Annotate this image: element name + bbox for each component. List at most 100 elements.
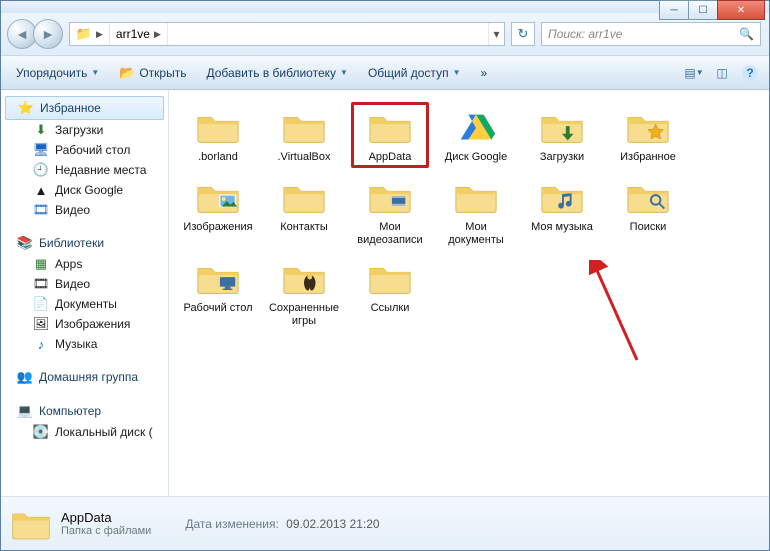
folder-icon — [366, 258, 414, 300]
folder-item[interactable]: .VirtualBox — [265, 102, 343, 168]
tree-favorites: ⭐ Избранное ⬇Загрузки 🖥 Рабочий стол 🕘Нед… — [1, 96, 168, 220]
sidebar-item-apps[interactable]: ▦Apps — [1, 254, 168, 274]
details-name: AppData — [61, 510, 151, 525]
folder-item[interactable]: AppData — [351, 102, 429, 168]
refresh-button[interactable]: ↻ — [511, 22, 535, 46]
downloads-icon: ⬇ — [33, 122, 49, 138]
sidebar-item-label: Диск Google — [55, 183, 123, 197]
folder-label: Контакты — [280, 221, 328, 235]
explorer-window: ─ ☐ ✕ ◄ ► 📁 ▶ arr1ve ▶ ▾ ↻ Поиск: arr1ve… — [0, 0, 770, 551]
folder-item[interactable]: .borland — [179, 102, 257, 168]
folder-item[interactable]: Поиски — [609, 172, 687, 249]
chevron-down-icon: ▼ — [340, 68, 348, 77]
sidebar-item-gdrive[interactable]: ▲ Диск Google — [1, 180, 168, 200]
more-label: » — [480, 66, 487, 80]
view-icon: ▤ — [684, 66, 695, 80]
folder-item[interactable]: Ссылки — [351, 253, 429, 330]
chevron-down-icon: ▼ — [91, 68, 99, 77]
view-button[interactable]: ▤▼ — [681, 61, 707, 85]
images-icon: 🖼 — [33, 316, 49, 332]
folder-item[interactable]: Избранное — [609, 102, 687, 168]
folder-label: AppData — [369, 151, 412, 165]
documents-icon: 📄 — [33, 296, 49, 312]
address-segment[interactable]: arr1ve ▶ — [110, 23, 168, 45]
share-label: Общий доступ — [368, 66, 449, 80]
share-button[interactable]: Общий доступ▼ — [359, 61, 470, 85]
desktop-icon: 🖥 — [33, 142, 49, 158]
folder-icon — [280, 107, 328, 149]
preview-pane-button[interactable]: ◫ — [709, 61, 735, 85]
folder-label: .VirtualBox — [278, 151, 331, 165]
folder-music-icon — [538, 177, 586, 219]
folder-item[interactable]: Загрузки — [523, 102, 601, 168]
sidebar-computer-header[interactable]: 💻 Компьютер — [1, 400, 168, 422]
folder-icon — [194, 107, 242, 149]
music-icon: ♪ — [33, 336, 49, 352]
add-to-library-button[interactable]: Добавить в библиотеку▼ — [197, 61, 356, 85]
organize-button[interactable]: Упорядочить▼ — [7, 61, 108, 85]
search-input[interactable]: Поиск: arr1ve 🔍 — [541, 22, 761, 46]
address-dropdown[interactable]: ▾ — [488, 23, 504, 45]
sidebar-item-label: Локальный диск ( — [55, 425, 153, 439]
forward-button[interactable]: ► — [33, 19, 63, 49]
folder-item[interactable]: Моя музыка — [523, 172, 601, 249]
folder-icon — [11, 504, 51, 544]
sidebar-item-label: Apps — [55, 257, 82, 271]
nav-row: ◄ ► 📁 ▶ arr1ve ▶ ▾ ↻ Поиск: arr1ve 🔍 — [1, 13, 769, 56]
sidebar-item-music[interactable]: ♪Музыка — [1, 334, 168, 354]
favorites-label: Избранное — [40, 101, 101, 115]
close-button[interactable]: ✕ — [717, 0, 765, 20]
sidebar-item-lib-video[interactable]: 🎞Видео — [1, 274, 168, 294]
libraries-icon: 📚 — [17, 235, 33, 251]
folder-item[interactable]: Мои видеозаписи — [351, 172, 429, 249]
details-date-label: Дата изменения: — [185, 517, 279, 531]
body: ⭐ Избранное ⬇Загрузки 🖥Рабочий стол 🕘Нед… — [1, 90, 769, 496]
folder-item[interactable]: Рабочий стол — [179, 253, 257, 330]
folder-label: Моя музыка — [531, 221, 593, 235]
folder-item[interactable]: Контакты — [265, 172, 343, 249]
content-area[interactable]: .borland .VirtualBox AppData Диск GoogleЗаг… — [169, 90, 769, 496]
address-root-icon[interactable]: 📁 ▶ — [70, 23, 110, 45]
folder-label: Сохраненные игры — [268, 302, 340, 327]
folder-item[interactable]: Диск Google — [437, 102, 515, 168]
video-icon: 🎞 — [33, 276, 49, 292]
folder-label: Ссылки — [371, 302, 410, 316]
libraries-label: Библиотеки — [39, 236, 104, 250]
sidebar-homegroup-header[interactable]: 👥 Домашняя группа — [1, 366, 168, 388]
minimize-button[interactable]: ─ — [659, 0, 689, 20]
preview-icon: ◫ — [716, 66, 727, 80]
sidebar-item-images[interactable]: 🖼Изображения — [1, 314, 168, 334]
open-icon: 📂 — [119, 65, 135, 81]
sidebar-libraries-header[interactable]: 📚 Библиотеки — [1, 232, 168, 254]
folder-item[interactable]: Сохраненные игры — [265, 253, 343, 330]
sidebar-item-label: Видео — [55, 203, 90, 217]
search-icon: 🔍 — [739, 27, 754, 41]
search-placeholder: Поиск: arr1ve — [548, 27, 622, 41]
nav-buttons: ◄ ► — [7, 19, 63, 49]
more-button[interactable]: » — [471, 61, 496, 85]
sidebar-item-documents[interactable]: 📄Документы — [1, 294, 168, 314]
address-bar[interactable]: 📁 ▶ arr1ve ▶ ▾ — [69, 22, 505, 46]
toolbar: Упорядочить▼ 📂 Открыть Добавить в библио… — [1, 56, 769, 90]
folder-icon — [280, 177, 328, 219]
sidebar-item-recent[interactable]: 🕘Недавние места — [1, 160, 168, 180]
video-icon: 🎞 — [33, 202, 49, 218]
details-type: Папка с файлами — [61, 525, 151, 537]
sidebar-item-downloads[interactable]: ⬇Загрузки — [1, 120, 168, 140]
sidebar-item-label: Рабочий стол — [55, 143, 130, 157]
maximize-button[interactable]: ☐ — [688, 0, 718, 20]
help-button[interactable]: ? — [737, 61, 763, 85]
gdrive-icon: ▲ — [33, 182, 49, 198]
folder-label: Поиски — [630, 221, 667, 235]
folder-item[interactable]: Мои документы — [437, 172, 515, 249]
sidebar-item-localdisk[interactable]: 💽Локальный диск ( — [1, 422, 168, 442]
folder-label: Мои видеозаписи — [354, 221, 426, 246]
chevron-right-icon: ▶ — [154, 29, 161, 40]
folder-item[interactable]: Изображения — [179, 172, 257, 249]
sidebar-item-video[interactable]: 🎞 Видео — [1, 200, 168, 220]
chevron-right-icon: ▶ — [96, 29, 103, 40]
folder-label: Мои документы — [440, 221, 512, 246]
open-button[interactable]: 📂 Открыть — [110, 61, 195, 85]
sidebar-item-desktop[interactable]: 🖥 Рабочий стол — [1, 140, 168, 160]
sidebar-favorites-header[interactable]: ⭐ Избранное — [5, 96, 164, 120]
